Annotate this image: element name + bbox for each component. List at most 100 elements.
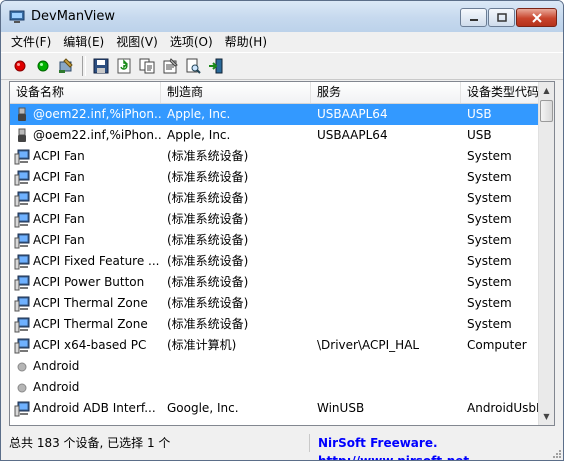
title-bar[interactable]: DevManView <box>1 1 563 32</box>
copy-button[interactable] <box>136 55 158 77</box>
cell-service <box>311 293 461 314</box>
list-rows: @oem22.inf,%iPhon... Apple, Inc. USBAAPL64… <box>10 104 540 419</box>
exit-icon <box>209 58 223 74</box>
computer-icon <box>14 191 30 207</box>
device-name: ACPI Fan <box>33 233 85 247</box>
scroll-thumb[interactable] <box>540 100 553 122</box>
column-header-device-type[interactable]: 设备类型代码 <box>461 82 540 103</box>
table-row[interactable]: ACPI Thermal Zone (标准系统设备) System <box>10 314 540 335</box>
app-icon <box>9 10 25 23</box>
menu-file[interactable]: 文件(F) <box>5 32 57 52</box>
column-header-manufacturer[interactable]: 制造商 <box>161 82 311 103</box>
table-row[interactable]: Android ADB Interf... Google, Inc. WinUSB A… <box>10 398 540 419</box>
find-button[interactable] <box>182 55 204 77</box>
cell-device-type: System <box>467 296 512 310</box>
cell-manufacturer <box>161 356 311 377</box>
app-window: DevManView 文件(F) 编辑(E) 视图(V) 选项(O) 帮助(H) <box>0 0 564 461</box>
cell-device-type: System <box>467 212 512 226</box>
computer-icon <box>14 296 30 312</box>
cell-manufacturer: (标准系统设备) <box>167 254 249 268</box>
cell-manufacturer: (标准系统设备) <box>167 233 249 247</box>
grey-dot-icon <box>14 380 30 396</box>
cell-service: \Driver\ACPI_HAL <box>317 338 420 352</box>
usb-plug-icon <box>14 128 30 144</box>
device-name: Android <box>33 380 80 394</box>
grey-dot-icon <box>14 359 30 375</box>
table-row[interactable]: ACPI x64-based PC (标准计算机) \Driver\ACPI_HAL… <box>10 335 540 356</box>
menu-bar: 文件(F) 编辑(E) 视图(V) 选项(O) 帮助(H) <box>1 32 563 52</box>
cell-device-type: System <box>467 191 512 205</box>
column-header-service[interactable]: 服务 <box>311 82 461 103</box>
resize-grip-icon[interactable] <box>551 448 561 458</box>
table-row[interactable]: ACPI Fan (标准系统设备) System <box>10 209 540 230</box>
table-row[interactable]: @oem22.inf,%iPhon... Apple, Inc. USBAAPL64… <box>10 125 540 146</box>
table-row[interactable]: ACPI Fan (标准系统设备) System <box>10 188 540 209</box>
cell-device-type <box>461 356 540 377</box>
device-name: ACPI Thermal Zone <box>33 317 148 331</box>
menu-edit[interactable]: 编辑(E) <box>57 32 110 52</box>
cell-device-type: System <box>467 233 512 247</box>
table-row[interactable]: ACPI Fan (标准系统设备) System <box>10 230 540 251</box>
device-properties-button[interactable] <box>55 55 77 77</box>
close-button[interactable] <box>516 8 557 27</box>
computer-icon <box>14 212 30 228</box>
cell-device-name: @oem22.inf,%iPhon... <box>10 104 161 125</box>
table-row[interactable]: ACPI Fixed Feature ... (标准系统设备) System <box>10 251 540 272</box>
cell-manufacturer: (标准系统设备) <box>167 275 249 289</box>
cell-device-name: ACPI Fan <box>10 167 161 188</box>
computer-icon <box>14 338 30 354</box>
cell-service <box>311 272 461 293</box>
cell-device-type: System <box>467 275 512 289</box>
nirsoft-link[interactable]: NirSoft Freeware. http://www.nirsoft.net <box>309 434 553 460</box>
enable-device-button[interactable] <box>32 55 54 77</box>
minimize-button[interactable] <box>460 8 487 27</box>
device-name: @oem22.inf,%iPhon... <box>33 128 161 142</box>
cell-device-name: ACPI Fan <box>10 146 161 167</box>
cell-device-type: AndroidUsbD... <box>467 401 540 415</box>
table-row[interactable]: Android <box>10 356 540 377</box>
scroll-down-icon[interactable]: ▼ <box>539 408 554 425</box>
cell-manufacturer: (标准计算机) <box>167 338 237 352</box>
close-icon <box>531 12 542 23</box>
list-header: 设备名称 制造商 服务 设备类型代码 <box>10 82 540 104</box>
device-name: ACPI Fan <box>33 191 85 205</box>
green-record-icon <box>37 60 49 72</box>
cell-service <box>311 314 461 335</box>
menu-options[interactable]: 选项(O) <box>164 32 219 52</box>
disable-device-button[interactable] <box>9 55 31 77</box>
table-row[interactable]: Android <box>10 377 540 398</box>
cell-service: WinUSB <box>317 401 365 415</box>
device-list[interactable]: 设备名称 制造商 服务 设备类型代码 @oem22.inf,%iPhon... A… <box>9 81 555 426</box>
properties-icon <box>163 58 178 74</box>
cell-service <box>311 377 461 398</box>
properties-button[interactable] <box>159 55 181 77</box>
cell-device-name: ACPI Fan <box>10 188 161 209</box>
cell-manufacturer: (标准系统设备) <box>167 170 249 184</box>
table-row[interactable]: ACPI Fan (标准系统设备) System <box>10 146 540 167</box>
table-row[interactable]: @oem22.inf,%iPhon... Apple, Inc. USBAAPL64… <box>10 104 540 125</box>
scroll-up-icon[interactable]: ▲ <box>539 82 554 99</box>
cell-device-type: System <box>467 254 512 268</box>
table-row[interactable]: ACPI Power Button (标准系统设备) System <box>10 272 540 293</box>
cell-device-name: ACPI Fan <box>10 230 161 251</box>
cell-service <box>311 356 461 377</box>
exit-button[interactable] <box>205 55 227 77</box>
refresh-button[interactable] <box>113 55 135 77</box>
device-name: Android <box>33 359 80 373</box>
cell-service <box>311 209 461 230</box>
cell-manufacturer: Google, Inc. <box>167 401 239 415</box>
menu-help[interactable]: 帮助(H) <box>219 32 273 52</box>
status-bar: 总共 183 个设备, 已选择 1 个 NirSoft Freeware. ht… <box>1 429 563 460</box>
cell-device-type: System <box>467 317 512 331</box>
save-button[interactable] <box>90 55 112 77</box>
cell-manufacturer: (标准系统设备) <box>167 317 249 331</box>
cell-device-type <box>461 377 540 398</box>
menu-view[interactable]: 视图(V) <box>110 32 164 52</box>
column-header-device-name[interactable]: 设备名称 <box>10 82 161 103</box>
find-icon <box>186 58 201 74</box>
vertical-scrollbar[interactable]: ▲ ▼ <box>538 82 554 425</box>
table-row[interactable]: ACPI Fan (标准系统设备) System <box>10 167 540 188</box>
table-row[interactable]: ACPI Thermal Zone (标准系统设备) System <box>10 293 540 314</box>
maximize-button[interactable] <box>488 8 515 27</box>
cell-device-name: ACPI Thermal Zone <box>10 314 161 335</box>
